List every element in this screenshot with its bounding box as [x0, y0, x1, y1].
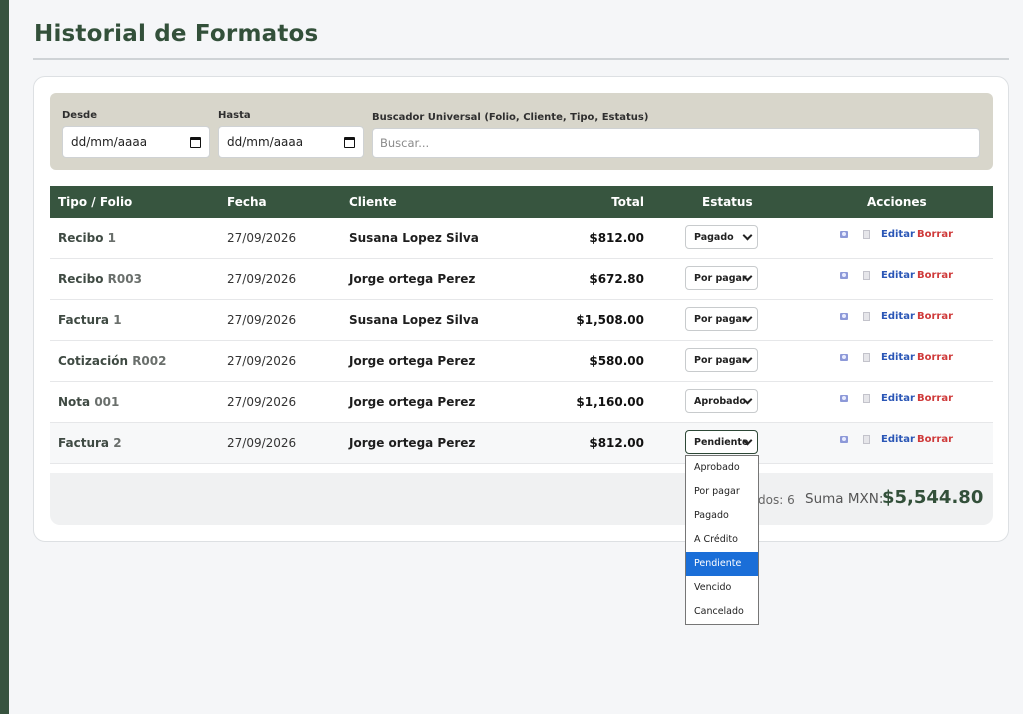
row-cliente: Jorge ortega Perez	[349, 354, 476, 368]
status-select[interactable]: Aprobado	[685, 389, 758, 413]
status-select[interactable]: Por pagar	[685, 307, 758, 331]
edit-link[interactable]: Editar	[881, 352, 915, 363]
hasta-date-input[interactable]: dd/mm/aaaa	[218, 126, 364, 158]
header-acciones: Acciones	[867, 195, 927, 209]
dropdown-option[interactable]: Cancelado	[686, 600, 758, 624]
table-row: Recibo 1 27/09/2026 Susana Lopez Silva $…	[50, 218, 993, 259]
document-icon[interactable]	[863, 394, 870, 403]
row-fecha: 27/09/2026	[227, 272, 297, 286]
row-cliente: Susana Lopez Silva	[349, 313, 479, 327]
status-select[interactable]: Por pagar	[685, 266, 758, 290]
table-header: Tipo / Folio Fecha Cliente Total Estatus…	[50, 186, 993, 218]
table-row: Factura 1 27/09/2026 Susana Lopez Silva …	[50, 300, 993, 341]
eye-icon[interactable]	[840, 436, 848, 443]
edit-link[interactable]: Editar	[881, 434, 915, 445]
dropdown-option[interactable]: Por pagar	[686, 480, 758, 504]
desde-label: Desde	[62, 110, 97, 121]
hasta-date-value: dd/mm/aaaa	[227, 135, 304, 149]
title-divider	[33, 58, 1009, 60]
row-tipo: Recibo R003	[58, 272, 142, 286]
calendar-icon[interactable]	[190, 136, 201, 148]
delete-link[interactable]: Borrar	[917, 311, 953, 322]
header-estatus: Estatus	[702, 195, 753, 209]
row-tipo: Cotización R002	[58, 354, 167, 368]
edit-link[interactable]: Editar	[881, 270, 915, 281]
document-icon[interactable]	[863, 435, 870, 444]
eye-icon[interactable]	[840, 272, 848, 279]
eye-icon[interactable]	[840, 354, 848, 361]
sum-label: Suma MXN:	[805, 491, 884, 507]
document-icon[interactable]	[863, 312, 870, 321]
edit-link[interactable]: Editar	[881, 311, 915, 322]
eye-icon[interactable]	[840, 395, 848, 402]
delete-link[interactable]: Borrar	[917, 270, 953, 281]
status-select-open[interactable]: Pendiente	[685, 430, 758, 454]
sum-value: $5,544.80	[882, 487, 984, 508]
history-card: Desde dd/mm/aaaa Hasta dd/mm/aaaa Buscad…	[33, 76, 1009, 542]
row-total: $1,160.00	[576, 395, 644, 409]
summary-bar: dos: 6 Suma MXN: $5,544.80	[50, 473, 993, 525]
row-tipo: Factura 2	[58, 436, 122, 450]
row-total: $580.00	[589, 354, 644, 368]
hasta-label: Hasta	[218, 110, 251, 121]
row-tipo: Recibo 1	[58, 231, 116, 245]
row-cliente: Jorge ortega Perez	[349, 436, 476, 450]
table-row: Factura 2 27/09/2026 Jorge ortega Perez …	[50, 423, 993, 464]
table-row: Nota 001 27/09/2026 Jorge ortega Perez $…	[50, 382, 993, 423]
row-total: $672.80	[589, 272, 644, 286]
delete-link[interactable]: Borrar	[917, 393, 953, 404]
row-fecha: 27/09/2026	[227, 313, 297, 327]
row-total: $812.00	[589, 231, 644, 245]
row-cliente: Susana Lopez Silva	[349, 231, 479, 245]
edit-link[interactable]: Editar	[881, 393, 915, 404]
eye-icon[interactable]	[840, 231, 848, 238]
calendar-icon[interactable]	[344, 136, 355, 148]
row-fecha: 27/09/2026	[227, 354, 297, 368]
chevron-down-icon	[742, 230, 753, 241]
table-row: Recibo R003 27/09/2026 Jorge ortega Pere…	[50, 259, 993, 300]
delete-link[interactable]: Borrar	[917, 434, 953, 445]
row-cliente: Jorge ortega Perez	[349, 272, 476, 286]
dropdown-option[interactable]: Vencido	[686, 576, 758, 600]
sidebar-edge	[0, 0, 9, 714]
document-icon[interactable]	[863, 271, 870, 280]
status-select[interactable]: Pagado	[685, 225, 758, 249]
delete-link[interactable]: Borrar	[917, 229, 953, 240]
row-total: $812.00	[589, 436, 644, 450]
status-select[interactable]: Por pagar	[685, 348, 758, 372]
row-fecha: 27/09/2026	[227, 395, 297, 409]
filters-bar: Desde dd/mm/aaaa Hasta dd/mm/aaaa Buscad…	[50, 93, 993, 170]
document-icon[interactable]	[863, 353, 870, 362]
edit-link[interactable]: Editar	[881, 229, 915, 240]
status-dropdown-menu[interactable]: Aprobado Por pagar Pagado A Crédito Pend…	[685, 455, 759, 625]
page-title: Historial de Formatos	[34, 21, 319, 47]
search-placeholder: Buscar...	[380, 136, 430, 150]
eye-icon[interactable]	[840, 313, 848, 320]
desde-date-value: dd/mm/aaaa	[71, 135, 148, 149]
header-cliente: Cliente	[349, 195, 397, 209]
documents-count: dos: 6	[758, 493, 795, 507]
header-tipo: Tipo / Folio	[58, 195, 133, 209]
row-tipo: Factura 1	[58, 313, 122, 327]
desde-date-input[interactable]: dd/mm/aaaa	[62, 126, 210, 158]
dropdown-option[interactable]: Aprobado	[686, 456, 758, 480]
row-fecha: 27/09/2026	[227, 436, 297, 450]
row-tipo: Nota 001	[58, 395, 120, 409]
table-row: Cotización R002 27/09/2026 Jorge ortega …	[50, 341, 993, 382]
dropdown-option[interactable]: A Crédito	[686, 528, 758, 552]
delete-link[interactable]: Borrar	[917, 352, 953, 363]
row-total: $1,508.00	[576, 313, 644, 327]
row-fecha: 27/09/2026	[227, 231, 297, 245]
header-total: Total	[611, 195, 644, 209]
document-icon[interactable]	[863, 230, 870, 239]
header-fecha: Fecha	[227, 195, 267, 209]
search-label: Buscador Universal (Folio, Cliente, Tipo…	[372, 112, 649, 123]
row-cliente: Jorge ortega Perez	[349, 395, 476, 409]
search-input[interactable]: Buscar...	[372, 128, 980, 158]
dropdown-option-selected[interactable]: Pendiente	[686, 552, 758, 576]
dropdown-option[interactable]: Pagado	[686, 504, 758, 528]
